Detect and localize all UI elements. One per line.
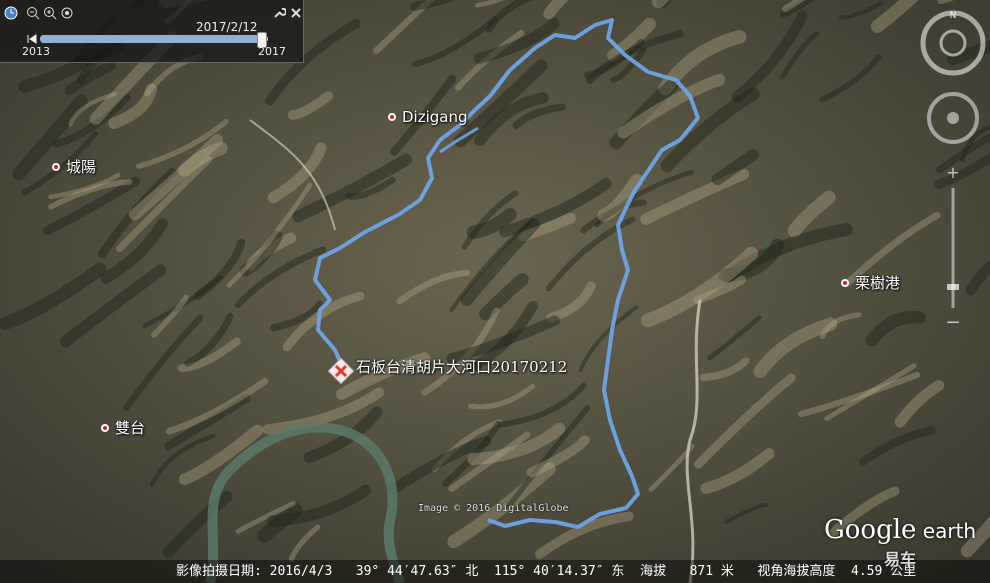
- imagery-date-label: 影像拍摄日期:: [176, 564, 262, 579]
- settings-icon[interactable]: [60, 6, 74, 20]
- eye-altitude-label: 视角海拔高度: [757, 564, 836, 579]
- place-shuangtai[interactable]: 雙台: [101, 417, 145, 438]
- imagery-copyright: Image © 2016 DigitalGlobe: [418, 503, 569, 514]
- place-label: 城陽: [66, 158, 97, 176]
- wrench-icon[interactable]: [272, 6, 286, 20]
- place-label: Dizigang: [402, 108, 468, 126]
- start-year: 2013: [22, 45, 50, 58]
- place-label: 雙台: [115, 419, 146, 437]
- svg-text:+: +: [946, 163, 959, 182]
- time-slider[interactable]: [40, 32, 268, 48]
- place-lishugang[interactable]: 栗樹港: [841, 272, 900, 293]
- svg-text:−: −: [945, 312, 960, 333]
- elevation: 871 米: [689, 564, 734, 579]
- navigation-controls[interactable]: N + −: [918, 8, 988, 338]
- watermark: 易车: [884, 550, 917, 569]
- place-marker-icon: [388, 113, 396, 121]
- place-label: 栗樹港: [855, 274, 901, 292]
- end-year: 2017: [258, 45, 286, 58]
- x-marker-icon[interactable]: [328, 358, 354, 384]
- look-joystick-icon: [927, 92, 979, 144]
- time-slider-fill: [40, 35, 262, 43]
- current-date: 2017/2/12: [196, 20, 258, 34]
- place-marker-icon: [101, 423, 109, 432]
- time-slider-panel: 2017/2/12 2013 2017: [0, 0, 304, 63]
- play-back-icon[interactable]: [26, 33, 38, 45]
- logo-google-text: Google: [824, 515, 917, 545]
- logo-earth-text: earth: [922, 519, 977, 543]
- place-chengyang[interactable]: 城陽: [52, 156, 96, 177]
- place-marker-icon: [52, 162, 60, 171]
- waypoint-label[interactable]: 石板台清胡片大河口20170212: [356, 356, 567, 377]
- clock-icon[interactable]: [4, 6, 18, 20]
- zoom-slider-icon: + −: [945, 163, 960, 333]
- imagery-date: 2016/4/3: [269, 564, 333, 579]
- svg-text:N: N: [950, 11, 957, 21]
- place-dizigang[interactable]: Dizigang: [388, 108, 468, 126]
- close-icon[interactable]: [289, 6, 303, 20]
- zoom-in-icon[interactable]: [43, 6, 57, 20]
- google-earth-logo: Google earth: [824, 515, 976, 545]
- compass-ring-icon: N: [920, 10, 986, 76]
- zoom-out-icon[interactable]: [26, 6, 40, 20]
- place-marker-icon: [841, 278, 849, 287]
- elevation-label: 海拔: [640, 564, 667, 579]
- status-bar: 影像拍摄日期: 2016/4/3 39° 44′47.63″ 北 115° 40…: [0, 560, 990, 583]
- map-view[interactable]: 2017/2/12 2013 2017 N + − Dizigang 城陽 栗樹…: [0, 0, 990, 583]
- latitude: 39° 44′47.63″ 北: [355, 564, 479, 579]
- longitude: 115° 40′14.37″ 东: [494, 564, 625, 579]
